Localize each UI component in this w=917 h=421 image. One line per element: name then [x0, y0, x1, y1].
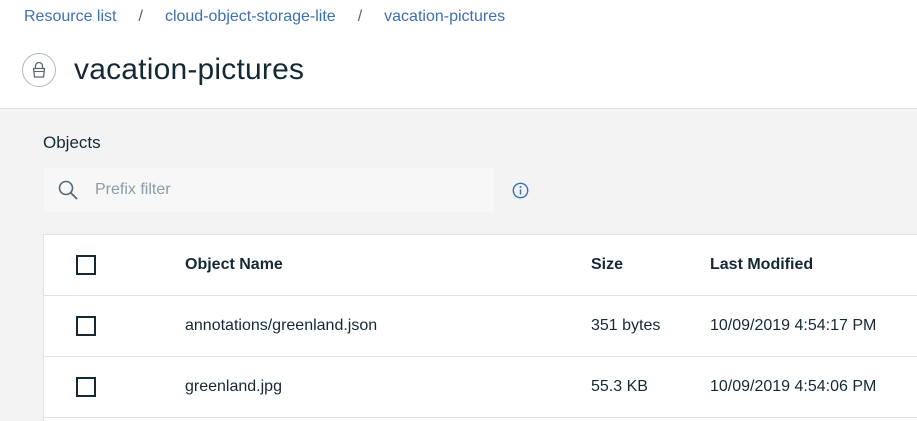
breadcrumb-separator: /: [357, 8, 363, 25]
object-name[interactable]: greenland.jpg: [185, 378, 282, 396]
row-checkbox[interactable]: [76, 377, 96, 397]
object-name[interactable]: annotations/greenland.json: [185, 317, 377, 335]
bucket-icon: [22, 53, 56, 87]
table-row[interactable]: annotations/greenland.json 351 bytes 10/…: [44, 296, 917, 357]
breadcrumb-separator: /: [138, 8, 143, 25]
page-title: vacation-pictures: [74, 53, 305, 86]
object-last-modified: 10/09/2019 4:54:06 PM: [710, 378, 877, 395]
object-size: 55.3 KB: [591, 378, 648, 395]
table-header-row: Object Name Size Last Modified: [44, 235, 917, 296]
object-size: 351 bytes: [591, 317, 661, 334]
table-row[interactable]: greenland.jpg 55.3 KB 10/09/2019 4:54:06…: [44, 357, 917, 418]
column-header-size[interactable]: Size: [591, 256, 623, 274]
objects-section-label: Objects: [43, 133, 101, 152]
prefix-filter: [44, 168, 494, 212]
breadcrumb-cloud-object-storage[interactable]: cloud-object-storage-lite: [165, 8, 336, 26]
search-icon: [57, 179, 79, 201]
breadcrumb: Resource list / cloud-object-storage-lit…: [24, 6, 505, 28]
select-all-checkbox[interactable]: [76, 255, 96, 275]
row-checkbox[interactable]: [76, 316, 96, 336]
column-header-last-modified[interactable]: Last Modified: [710, 256, 813, 274]
column-header-object-name[interactable]: Object Name: [185, 256, 283, 274]
object-last-modified: 10/09/2019 4:54:17 PM: [710, 317, 877, 334]
prefix-filter-input[interactable]: [93, 180, 467, 200]
title-row: vacation-pictures: [22, 50, 304, 90]
breadcrumb-bucket[interactable]: vacation-pictures: [384, 8, 505, 26]
breadcrumb-resource-list[interactable]: Resource list: [24, 8, 116, 26]
info-icon[interactable]: [512, 182, 529, 199]
objects-table: Object Name Size Last Modified annotatio…: [43, 234, 917, 421]
page-header: Resource list / cloud-object-storage-lit…: [0, 0, 917, 109]
